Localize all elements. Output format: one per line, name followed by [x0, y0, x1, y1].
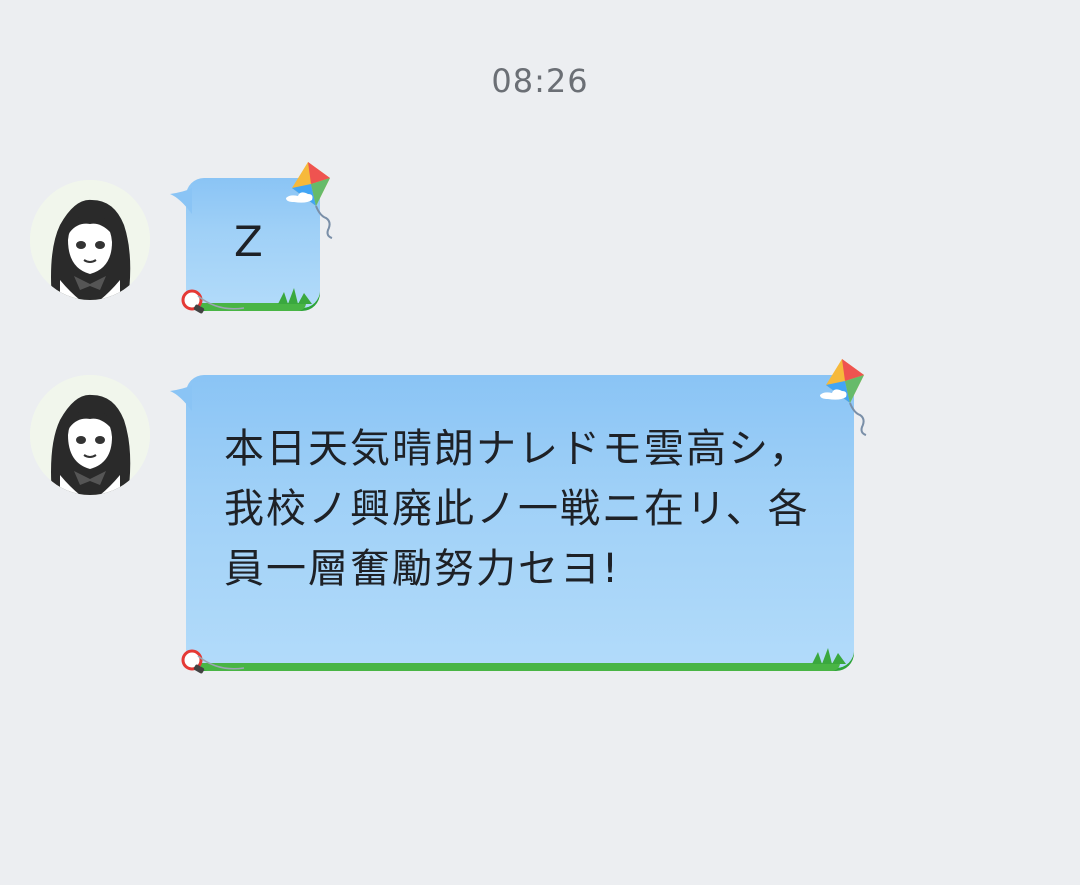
bubble-tail [170, 385, 192, 411]
message-text: Z [234, 217, 263, 266]
avatar-icon [30, 375, 150, 495]
kite-reel-icon [181, 649, 245, 674]
message-text: 本日天気晴朗ナレドモ雲高シ，我校ノ興廃此ノ一戦ニ在リ、各員一層奮勵努力セヨ! [224, 426, 811, 592]
grass-decoration [200, 663, 840, 671]
bubble-tail [170, 188, 192, 214]
sender-avatar[interactable] [30, 375, 150, 495]
message-bubble[interactable]: Z [170, 162, 333, 314]
grass-tuft-icon [812, 648, 846, 664]
message-timestamp: 08:26 [491, 62, 589, 100]
kite-reel-icon [181, 289, 245, 314]
kite-icon [286, 162, 333, 239]
avatar-icon [30, 180, 150, 300]
kite-icon [820, 359, 867, 436]
message-bubble[interactable]: 本日天気晴朗ナレドモ雲高シ，我校ノ興廃此ノ一戦ニ在リ、各員一層奮勵努力セヨ! [170, 359, 867, 674]
sender-avatar[interactable] [30, 180, 150, 300]
grass-tuft-icon [278, 288, 312, 304]
